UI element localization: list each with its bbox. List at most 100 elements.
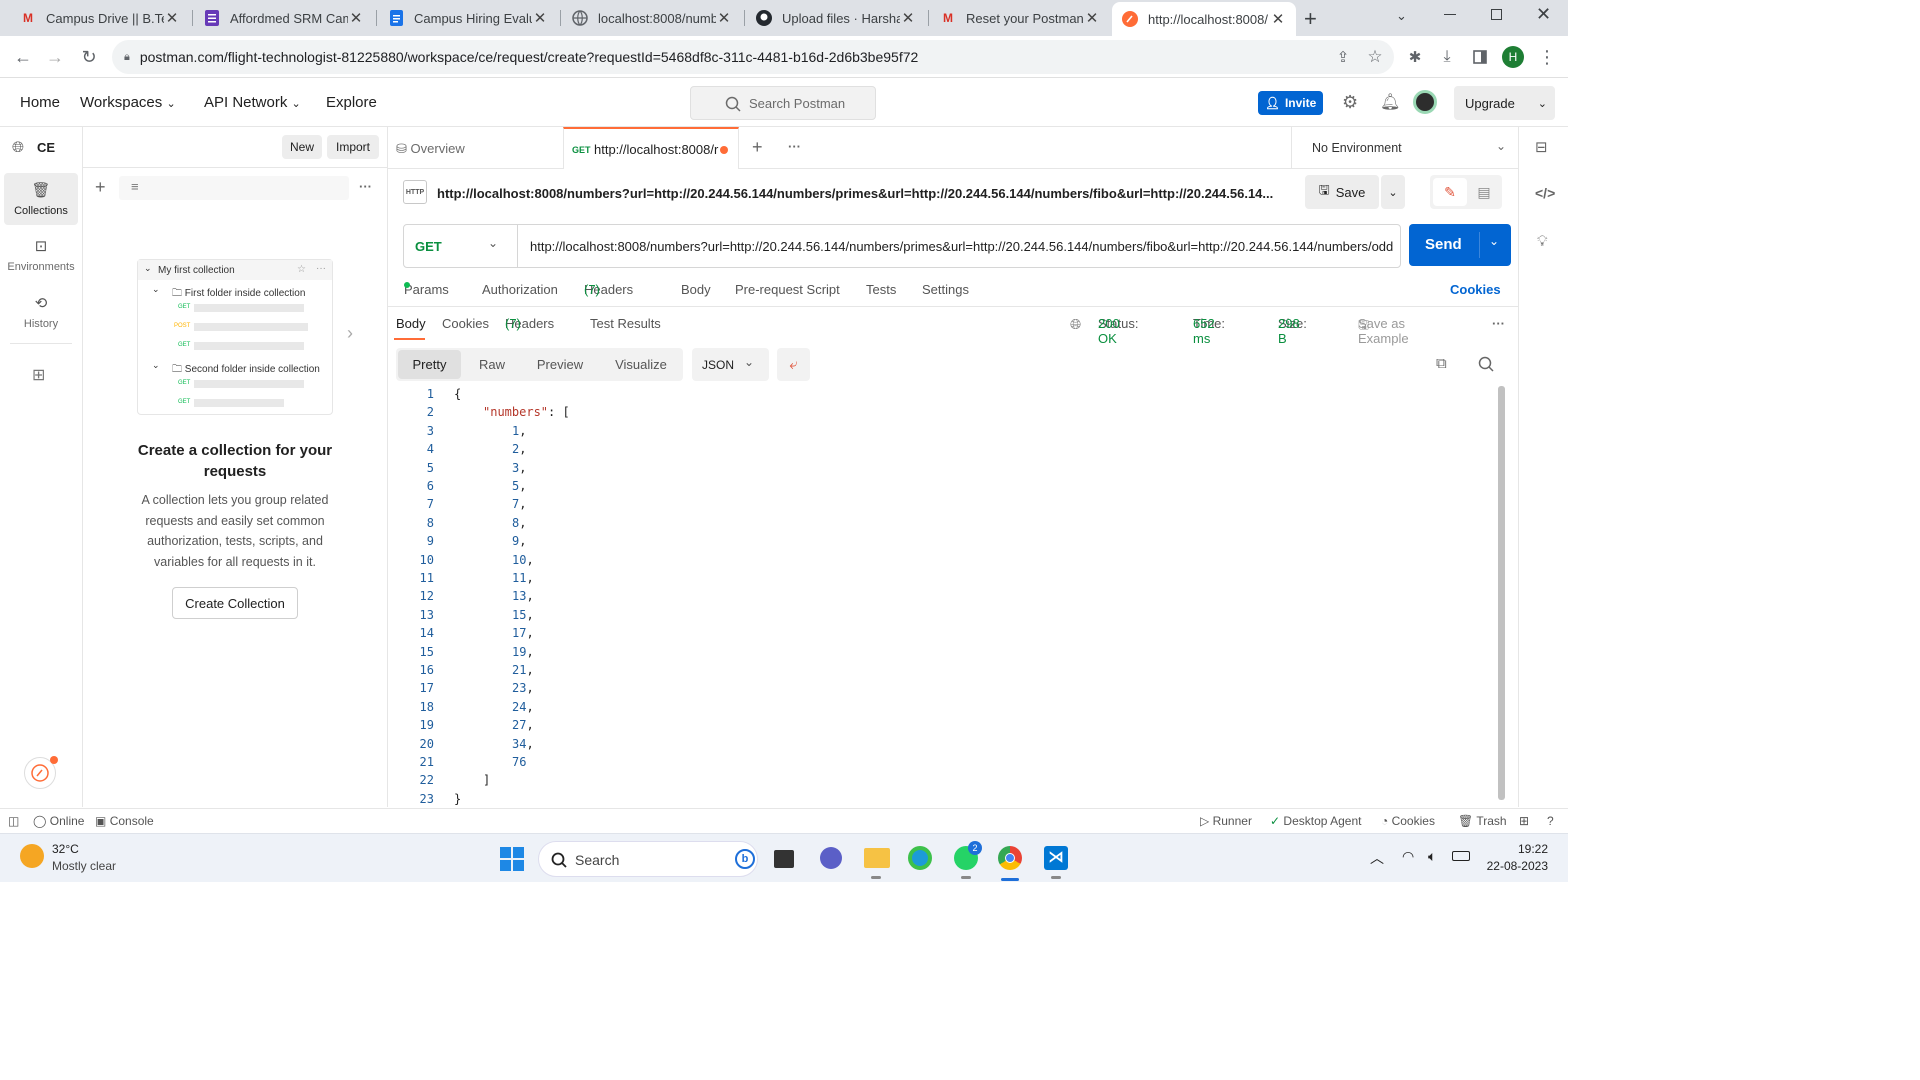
chevron-up-icon[interactable]: ︿ bbox=[1370, 848, 1384, 868]
new-button[interactable]: New bbox=[282, 135, 322, 159]
reload-icon[interactable]: ↻ bbox=[76, 44, 102, 70]
tab-search-icon[interactable]: ⌄ bbox=[1396, 8, 1407, 24]
tab-response-cookies[interactable]: Cookies bbox=[442, 316, 489, 331]
chevron-right-icon[interactable]: › bbox=[347, 323, 353, 344]
tab-settings[interactable]: Settings bbox=[922, 282, 969, 297]
request-url-input[interactable]: http://localhost:8008/numbers?url=http:/… bbox=[530, 239, 1396, 254]
user-avatar[interactable] bbox=[1413, 90, 1437, 114]
clock-date[interactable]: 22-08-2023 bbox=[1480, 859, 1548, 873]
browser-tab[interactable]: Upload files · Harsha0 ✕ bbox=[746, 4, 926, 32]
edit-pencil-icon[interactable]: ✎ bbox=[1433, 178, 1467, 206]
format-select[interactable]: JSON ⌄ bbox=[692, 348, 769, 381]
browser-tab[interactable]: M Reset your Postman a ✕ bbox=[930, 4, 1110, 32]
cookies-button[interactable]: ◔ Cookies bbox=[1381, 814, 1435, 828]
close-icon[interactable]: ✕ bbox=[348, 9, 364, 27]
request-name[interactable]: http://localhost:8008/numbers?url=http:/… bbox=[437, 186, 1273, 201]
layout-icon[interactable]: ⊞ bbox=[1519, 814, 1529, 828]
browser-tab[interactable]: localhost:8008/numbe ✕ bbox=[562, 4, 742, 32]
view-visualize[interactable]: Visualize bbox=[604, 350, 678, 379]
cookies-link[interactable]: Cookies bbox=[1450, 282, 1501, 297]
settings-gear-icon[interactable]: ⚙ bbox=[1342, 92, 1358, 113]
more-options-icon[interactable]: ··· bbox=[359, 179, 372, 194]
response-options-icon[interactable]: ··· bbox=[1492, 316, 1505, 331]
weather-temp[interactable]: 32°C bbox=[52, 842, 79, 856]
battery-icon[interactable] bbox=[1452, 851, 1470, 861]
window-close-icon[interactable]: ✕ bbox=[1536, 4, 1551, 25]
code-icon[interactable]: </> bbox=[1535, 185, 1555, 201]
chevron-down-icon[interactable]: ⌄ bbox=[1496, 139, 1506, 153]
globe-icon[interactable]: 🌐︎ bbox=[1070, 316, 1081, 333]
rail-environments[interactable]: ⊡ Environments bbox=[4, 229, 78, 281]
help-icon[interactable]: ? bbox=[1547, 814, 1554, 828]
back-icon[interactable]: ← bbox=[10, 44, 36, 70]
online-status[interactable]: ◯ Online bbox=[33, 814, 84, 828]
rail-history[interactable]: ⟲ History bbox=[4, 286, 78, 338]
create-collection-button[interactable]: Create Collection bbox=[172, 587, 298, 619]
tab-tests[interactable]: Tests bbox=[866, 282, 896, 297]
search-postman-input[interactable]: Search Postman bbox=[690, 86, 876, 120]
runner-button[interactable]: ▷ Runner bbox=[1200, 814, 1252, 828]
start-windows-icon[interactable] bbox=[500, 847, 524, 874]
chrome-icon[interactable] bbox=[998, 846, 1022, 870]
add-collection-icon[interactable]: + bbox=[95, 177, 106, 198]
taskbar-search[interactable]: Search b bbox=[538, 841, 758, 877]
tab-prerequest-script[interactable]: Pre-request Script bbox=[735, 282, 840, 297]
rail-collections[interactable]: 🗑︎ Collections bbox=[4, 173, 78, 225]
tab-body[interactable]: Body bbox=[681, 282, 711, 297]
tab-response-body[interactable]: Body bbox=[396, 316, 426, 331]
bookmark-star-icon[interactable]: ☆ bbox=[1362, 44, 1388, 70]
upgrade-button[interactable]: Upgrade ⌄ bbox=[1454, 86, 1555, 120]
clock-time[interactable]: 19:22 bbox=[1486, 842, 1548, 856]
search-icon[interactable] bbox=[1478, 356, 1494, 375]
share-icon[interactable]: ⇪ bbox=[1330, 44, 1356, 70]
invite-button[interactable]: 👤︎ Invite bbox=[1258, 91, 1323, 115]
forward-icon[interactable]: → bbox=[42, 44, 68, 70]
tab-test-results[interactable]: Test Results bbox=[590, 316, 661, 331]
comments-icon[interactable]: ▤ bbox=[1468, 178, 1500, 206]
vscode-icon[interactable]: ⋊ bbox=[1044, 846, 1068, 870]
view-preview[interactable]: Preview bbox=[526, 350, 594, 379]
chrome-menu-icon[interactable]: ⋮ bbox=[1534, 44, 1560, 70]
browser-tab[interactable]: Campus Hiring Evalua ✕ bbox=[378, 4, 558, 32]
send-button[interactable]: Send ⌄ bbox=[1409, 224, 1511, 266]
desktop-agent-button[interactable]: ✓ Desktop Agent bbox=[1270, 814, 1361, 828]
task-view-icon[interactable] bbox=[774, 850, 794, 868]
nav-explore[interactable]: Explore bbox=[326, 94, 377, 111]
browser-tab[interactable]: Affordmed SRM Camp ✕ bbox=[194, 4, 374, 32]
new-tab-icon[interactable]: + bbox=[752, 137, 763, 158]
copy-icon[interactable]: ⧉ bbox=[1436, 355, 1447, 372]
notifications-bell-icon[interactable]: 🔔︎ bbox=[1380, 92, 1400, 112]
browser-tab[interactable]: M Campus Drive || B.Tech ✕ bbox=[10, 4, 190, 32]
workspace-name[interactable]: CE bbox=[37, 140, 55, 155]
lightbulb-icon[interactable]: 💡︎ bbox=[1537, 233, 1548, 250]
restore-icon[interactable] bbox=[1491, 9, 1502, 20]
close-icon[interactable]: ✕ bbox=[1270, 10, 1286, 28]
new-tab-icon[interactable]: + bbox=[1304, 6, 1317, 32]
tab-overview[interactable]: ⛁︎ Overview bbox=[396, 141, 465, 157]
import-button[interactable]: Import bbox=[327, 135, 379, 159]
environment-select[interactable]: No Environment bbox=[1312, 141, 1402, 155]
url-bar[interactable]: 🔒︎ postman.com/flight-technologist-81225… bbox=[112, 40, 1394, 74]
tab-active-request[interactable]: GET http://localhost:8008/r bbox=[563, 127, 739, 169]
response-body-editor[interactable]: 1 2 3 4 5 6 7 8 9 10 11 12 13 14 15 16 17 18 19 20 21 22 23 {"… bbox=[388, 384, 1518, 806]
side-panel-icon[interactable] bbox=[1467, 44, 1493, 70]
close-icon[interactable]: ✕ bbox=[164, 9, 180, 27]
download-icon[interactable]: ⤓ bbox=[1434, 44, 1460, 70]
volume-icon[interactable]: 🔈︎ bbox=[1428, 848, 1436, 865]
tab-options-icon[interactable]: ··· bbox=[788, 139, 801, 154]
view-pretty[interactable]: Pretty bbox=[398, 350, 461, 379]
nav-home[interactable]: Home bbox=[20, 94, 60, 111]
weather-condition[interactable]: Mostly clear bbox=[52, 859, 116, 873]
chevron-down-icon[interactable]: ⌄ bbox=[1489, 234, 1499, 248]
toggle-sidebar-icon[interactable]: ◫ bbox=[8, 814, 19, 828]
profile-avatar[interactable]: H bbox=[1502, 46, 1524, 68]
close-icon[interactable]: ✕ bbox=[1084, 9, 1100, 27]
method-select[interactable]: GET ⌄ bbox=[404, 225, 518, 267]
trash-button[interactable]: 🗑︎ Trash bbox=[1458, 814, 1507, 828]
close-icon[interactable]: ✕ bbox=[532, 9, 548, 27]
wifi-icon[interactable]: ◠ bbox=[1402, 848, 1414, 865]
nav-api-network[interactable]: API Network ⌄ bbox=[204, 94, 301, 111]
extensions-icon[interactable]: ✱ bbox=[1402, 44, 1428, 70]
minimize-icon[interactable] bbox=[1444, 14, 1456, 15]
configure-sidebar-icon[interactable]: ⊞ bbox=[32, 365, 45, 385]
